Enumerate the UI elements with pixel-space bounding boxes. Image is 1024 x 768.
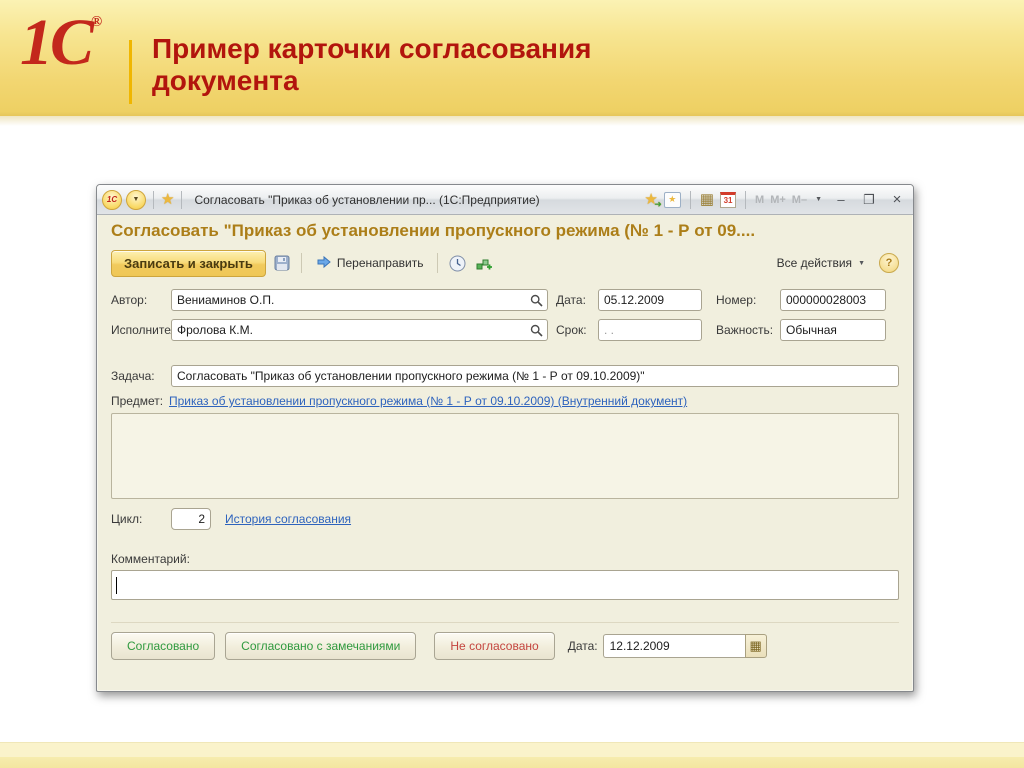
redirect-arrow-icon <box>316 255 332 272</box>
all-actions-caret: ▼ <box>858 260 865 267</box>
app-window: 1С ▼ ★ Согласовать "Приказ об установлен… <box>96 184 914 692</box>
field-row-subject: Предмет: Приказ об установлении пропускн… <box>111 394 899 408</box>
toolbar-separator <box>437 253 438 273</box>
titlebar-separator <box>153 191 154 209</box>
approved-button[interactable]: Согласовано <box>111 632 215 660</box>
create-based-on-icon[interactable] <box>474 253 495 273</box>
maximize-button[interactable]: ❐ <box>858 191 880 209</box>
cycle-input[interactable]: 2 <box>171 508 211 530</box>
footer-date-label: Дата: <box>568 639 598 653</box>
add-favorite-icon[interactable]: ★ <box>664 192 681 208</box>
go-to-favorites-icon[interactable]: ★➜ <box>644 192 657 207</box>
author-lookup-icon[interactable] <box>527 291 546 309</box>
approval-history-link[interactable]: История согласования <box>225 512 351 526</box>
slide-title-line2: документа <box>152 65 592 97</box>
term-input[interactable]: . . <box>598 319 702 341</box>
slide-title: Пример карточки согласования документа <box>152 33 592 97</box>
titlebar-dropdown-caret[interactable]: ▼ <box>815 196 822 203</box>
slide: 1С® Пример карточки согласования докумен… <box>0 0 1024 768</box>
subject-link[interactable]: Приказ об установлении пропускного режим… <box>169 394 687 408</box>
executor-label: Исполнитель: <box>111 323 171 337</box>
task-input[interactable]: Согласовать "Приказ об установлении проп… <box>171 365 899 387</box>
author-input[interactable]: Вениаминов О.П. <box>171 289 548 311</box>
onec-logo-text: 1С <box>20 6 91 79</box>
field-row-executor: Исполнитель: Фролова К.М. Срок: . . Важн… <box>111 319 899 341</box>
all-actions-button[interactable]: Все действия ▼ <box>777 256 867 270</box>
subject-label: Предмет: <box>111 394 169 408</box>
field-row-task: Задача: Согласовать "Приказ об установле… <box>111 365 899 387</box>
titlebar-separator <box>181 191 182 209</box>
date-input[interactable]: 05.12.2009 <box>598 289 702 311</box>
calendar-icon[interactable]: 31 <box>720 192 736 208</box>
subject-description-box <box>111 413 899 499</box>
window-titlebar: 1С ▼ ★ Согласовать "Приказ об установлен… <box>97 185 913 215</box>
close-button[interactable]: × <box>886 191 908 209</box>
footer-band-dark <box>0 757 1024 768</box>
date-picker-icon[interactable]: ▦ <box>745 634 767 658</box>
onec-logo: 1С® <box>20 10 102 76</box>
header-divider <box>129 40 132 104</box>
header-fade <box>0 116 1024 126</box>
redirect-label: Перенаправить <box>337 256 424 270</box>
comment-input[interactable] <box>111 570 899 600</box>
window-title: Согласовать "Приказ об установлении пр..… <box>194 193 539 207</box>
all-actions-label: Все действия <box>777 256 852 270</box>
cycle-label: Цикл: <box>111 512 171 526</box>
form-title: Согласовать "Приказ об установлении проп… <box>111 221 899 241</box>
field-row-cycle: Цикл: 2 История согласования <box>111 508 899 530</box>
form-body: Согласовать "Приказ об установлении проп… <box>97 215 913 660</box>
footer-date-field: 12.12.2009 ▦ <box>603 634 767 658</box>
calculator-icon[interactable]: ▦ <box>700 192 714 207</box>
text-cursor <box>116 577 117 594</box>
importance-input[interactable]: Обычная <box>780 319 886 341</box>
date-label: Дата: <box>556 293 598 307</box>
footer-date-input[interactable]: 12.12.2009 <box>603 634 745 658</box>
number-input[interactable]: 000000028003 <box>780 289 886 311</box>
importance-label: Важность: <box>716 323 780 337</box>
form-toolbar: Записать и закрыть Перенаправить <box>111 248 899 278</box>
minimize-button[interactable]: – <box>830 191 852 209</box>
term-label: Срок: <box>556 323 598 337</box>
approved-with-remarks-button[interactable]: Согласовано с замечаниями <box>225 632 416 660</box>
main-menu-button[interactable]: ▼ <box>126 190 146 210</box>
toolbar-separator <box>301 253 302 273</box>
titlebar-separator <box>745 191 746 209</box>
save-and-close-button[interactable]: Записать и закрыть <box>111 250 266 277</box>
green-arrow-icon: ➜ <box>654 200 662 209</box>
titlebar-right-icons: ★➜ ★ ▦ 31 M M+ M– ▼ – ❐ × <box>644 191 908 209</box>
field-row-author: Автор: Вениаминов О.П. Дата: 05.12.2009 … <box>111 289 899 311</box>
redirect-button[interactable]: Перенаправить <box>311 252 429 275</box>
app-icon[interactable]: 1С <box>102 190 122 210</box>
task-label: Задача: <box>111 369 171 383</box>
executor-input[interactable]: Фролова К.М. <box>171 319 548 341</box>
titlebar-separator <box>690 191 691 209</box>
clock-icon[interactable] <box>447 253 468 274</box>
help-button[interactable]: ? <box>879 253 899 273</box>
registered-mark: ® <box>91 14 102 30</box>
form-footer: Согласовано Согласовано с замечаниями Не… <box>111 622 899 660</box>
memory-mplus-button[interactable]: M+ <box>770 194 786 206</box>
number-label: Номер: <box>716 293 780 307</box>
slide-title-line1: Пример карточки согласования <box>152 33 592 65</box>
memory-mminus-button[interactable]: M– <box>792 194 807 206</box>
save-icon[interactable] <box>272 253 292 273</box>
favorites-star-icon[interactable]: ★ <box>161 192 174 207</box>
memory-m-button[interactable]: M <box>755 194 764 206</box>
not-approved-button[interactable]: Не согласовано <box>434 632 554 660</box>
executor-lookup-icon[interactable] <box>527 321 546 339</box>
comment-label: Комментарий: <box>111 552 899 566</box>
author-label: Автор: <box>111 293 171 307</box>
footer-band-light <box>0 742 1024 757</box>
